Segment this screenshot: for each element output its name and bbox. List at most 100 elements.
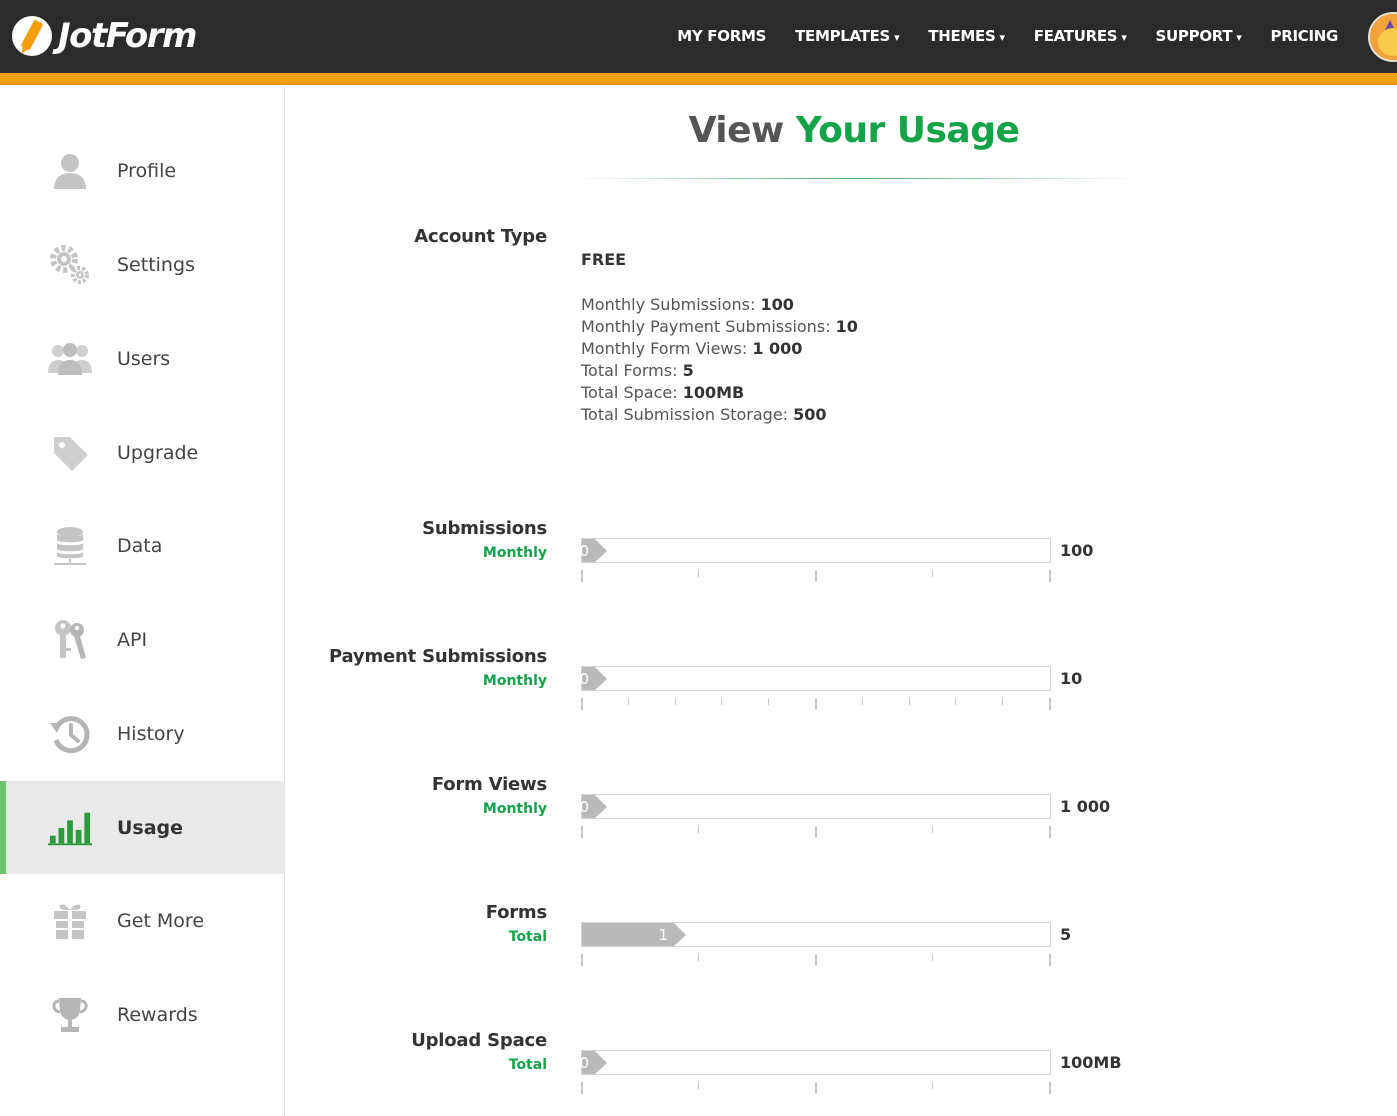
usage-scale-tick (815, 1082, 817, 1094)
sidebar-item-history[interactable]: History (0, 687, 284, 780)
usage-limit-value: 100MB (1060, 1053, 1122, 1072)
usage-scale-tick (1049, 954, 1051, 966)
usage-scale-tick (581, 1082, 583, 1094)
usage-period: Monthly (482, 801, 547, 817)
limit-row: Total Forms: 5 (581, 361, 694, 380)
sidebar-item-label: History (117, 722, 185, 745)
sidebar-item-upgrade[interactable]: Upgrade (0, 406, 284, 499)
gears-icon (48, 243, 92, 287)
usage-scale-tick (862, 698, 863, 705)
usage-scale-tick (581, 570, 583, 582)
jotform-logo[interactable]: JotForm (12, 14, 197, 58)
nav-templates[interactable]: TEMPLATES ▾ (795, 27, 900, 45)
sidebar-item-users[interactable]: Users (0, 312, 284, 405)
title-divider (576, 178, 1136, 179)
account-type-value: FREE (581, 250, 627, 269)
nav-features[interactable]: FEATURES ▾ (1034, 27, 1127, 45)
usage-bar-track: 0 (579, 538, 1051, 563)
usage-label: Upload Space (411, 1030, 547, 1051)
nav-support[interactable]: SUPPORT ▾ (1156, 27, 1242, 45)
page-title: View Your Usage (688, 110, 1020, 151)
sidebar-item-settings[interactable]: Settings (0, 218, 284, 311)
sidebar-item-rewards[interactable]: Rewards (0, 968, 284, 1061)
usage-scale-tick (581, 954, 583, 966)
main-nav: MY FORMS TEMPLATES ▾ THEMES ▾ FEATURES ▾ SU… (648, 24, 1338, 48)
usage-bar: 0 10 (579, 666, 1082, 716)
sidebar-item-label: Data (117, 534, 163, 557)
usage-bar-pointer (595, 795, 607, 818)
usage-scale-tick (721, 698, 722, 705)
usage-bar-pointer (595, 539, 607, 562)
sidebar-item-api[interactable]: API (0, 593, 284, 686)
limit-row: Total Submission Storage: 500 (581, 405, 827, 424)
usage-scale-tick (1002, 698, 1003, 705)
database-icon (48, 524, 92, 568)
sidebar-item-label: Settings (117, 253, 195, 276)
usage-scale-tick (932, 826, 933, 833)
user-avatar[interactable] (1368, 12, 1397, 62)
gift-icon (48, 899, 92, 943)
usage-scale-tick (815, 826, 817, 838)
usage-bar-pointer (595, 667, 607, 690)
usage-bar: 0 100 (579, 538, 1093, 588)
limit-row: Monthly Submissions: 100 (581, 295, 794, 314)
usage-scale-tick (932, 570, 933, 577)
sidebar-item-data[interactable]: Data (0, 499, 284, 592)
usage-bar-pointer (674, 923, 686, 946)
caret-down-icon: ▾ (1236, 31, 1242, 44)
usage-scale-tick (698, 826, 699, 833)
account-limits: Monthly Submissions: 100 Monthly Payment… (581, 294, 858, 426)
usage-period: Monthly (482, 673, 547, 689)
sidebar-item-get-more[interactable]: Get More (0, 874, 284, 967)
usage-scale-tick (815, 570, 817, 582)
sidebar-item-label: Profile (117, 159, 177, 182)
usage-bar: 0 1 000 (579, 794, 1110, 844)
usage-scale-tick (815, 954, 817, 966)
logo-pen-icon (12, 16, 52, 56)
usage-limit-value: 5 (1060, 925, 1072, 944)
usage-period: Total (508, 1057, 547, 1073)
usage-scale-tick (932, 954, 933, 961)
account-sidebar: Profile Settings Users Upgrade Data API … (0, 86, 285, 1116)
sidebar-item-label: API (117, 628, 148, 651)
top-navbar: JotForm MY FORMS TEMPLATES ▾ THEMES ▾ FEAT… (0, 0, 1397, 73)
usage-scale-tick (675, 698, 676, 705)
usage-scale-tick (1049, 698, 1051, 710)
usage-bar-track: 0 (579, 666, 1051, 691)
usage-current-value: 0 (579, 542, 589, 560)
trophy-icon (48, 993, 92, 1037)
usage-scale-tick (581, 698, 583, 710)
usage-current-value: 1 (658, 926, 668, 944)
sidebar-item-usage[interactable]: Usage (0, 781, 284, 874)
usage-label: Forms (485, 902, 547, 923)
sidebar-item-label: Users (117, 347, 171, 370)
usage-bar-track: 1 (581, 922, 1051, 947)
nav-my-forms[interactable]: MY FORMS (677, 27, 766, 45)
caret-down-icon: ▾ (894, 31, 900, 44)
usage-label: Form Views (431, 774, 547, 795)
usage-scale-tick (932, 1082, 933, 1089)
sidebar-item-label: Usage (117, 816, 184, 839)
usage-bar-track: 0 (579, 794, 1051, 819)
sidebar-item-label: Upgrade (117, 441, 199, 464)
usage-bar: 0 100MB (579, 1050, 1122, 1100)
limit-row: Monthly Payment Submissions: 10 (581, 317, 858, 336)
limit-row: Total Space: 100MB (581, 383, 745, 402)
account-type-label: Account Type (414, 226, 547, 247)
users-icon (48, 337, 92, 381)
usage-scale-tick (815, 698, 817, 710)
sidebar-item-label: Rewards (117, 1003, 198, 1026)
usage-bar-track: 0 (579, 1050, 1051, 1075)
nav-pricing[interactable]: PRICING (1271, 27, 1339, 45)
usage-bar-pointer (595, 1051, 607, 1074)
usage-limit-value: 1 000 (1060, 797, 1111, 816)
usage-period: Monthly (482, 545, 547, 561)
usage-scale-tick (955, 698, 956, 705)
usage-limit-value: 10 (1060, 669, 1083, 688)
logo-text: JotForm (58, 16, 197, 56)
keys-icon (48, 618, 92, 662)
sidebar-item-profile[interactable]: Profile (0, 124, 284, 217)
nav-themes[interactable]: THEMES ▾ (928, 27, 1005, 45)
usage-scale-tick (768, 698, 769, 705)
usage-scale-tick (1049, 1082, 1051, 1094)
